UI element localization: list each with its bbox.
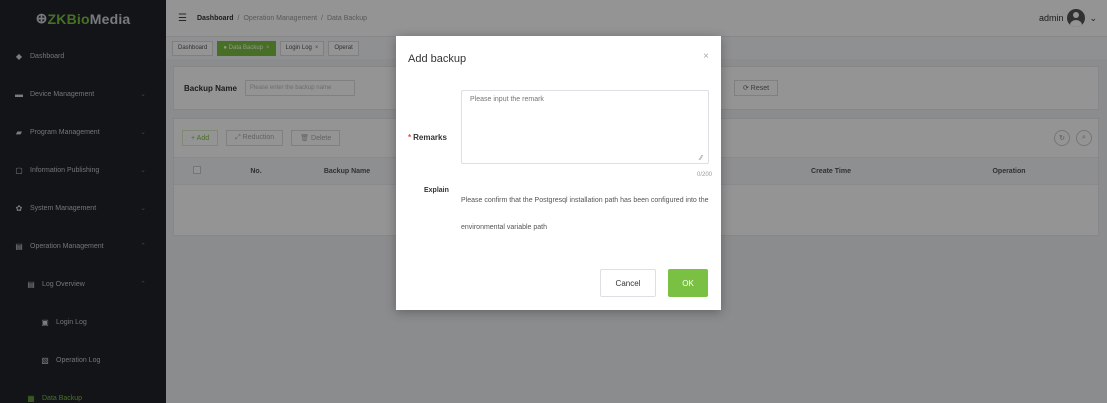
remarks-label-text: Remarks [413,133,447,142]
ok-button[interactable]: OK [668,269,708,297]
remarks-label: * Remarks [408,133,447,142]
close-icon[interactable]: × [703,51,709,62]
explain-text: Please confirm that the Postgresql insta… [461,197,709,231]
add-backup-dialog: Add backup × *Remarks ⁄⁄ 0/200 Explain P… [396,36,721,310]
dialog-title: Add backup [408,53,467,65]
required-marker: * [408,133,412,142]
character-counter: 0/200 [696,172,712,178]
cancel-button[interactable]: Cancel [600,269,656,297]
remarks-textarea[interactable] [461,90,709,164]
resize-handle-icon[interactable]: ⁄⁄ [700,155,702,162]
explain-label: Explain [424,187,449,194]
